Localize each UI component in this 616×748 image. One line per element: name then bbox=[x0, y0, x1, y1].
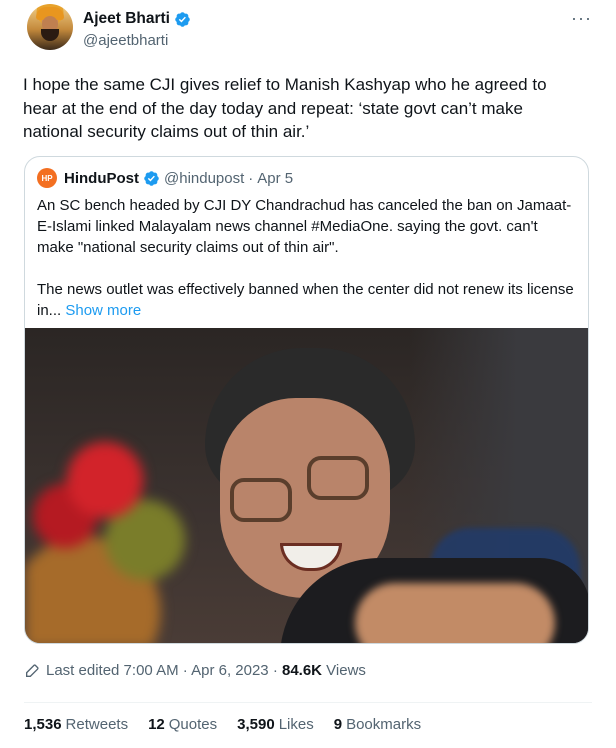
quoted-paragraph-2: The news outlet was effectively banned w… bbox=[37, 279, 577, 321]
quoted-tweet-photo[interactable] bbox=[25, 328, 588, 643]
quoted-date[interactable]: Apr 5 bbox=[257, 170, 293, 187]
views-label: Views bbox=[322, 662, 366, 679]
retweets-label: Retweets bbox=[65, 716, 129, 733]
verified-badge-icon bbox=[144, 170, 159, 186]
bookmarks-label: Bookmarks bbox=[346, 716, 422, 733]
separator-dot: · bbox=[248, 169, 254, 187]
bookmarks-stat[interactable]: 9 Bookmarks bbox=[334, 716, 421, 733]
author-name[interactable]: Ajeet Bharti bbox=[83, 10, 170, 28]
quotes-label: Quotes bbox=[168, 716, 218, 733]
quotes-count: 12 bbox=[148, 716, 165, 733]
hindupost-logo[interactable]: HP bbox=[37, 168, 57, 188]
show-more-link[interactable]: Show more bbox=[65, 302, 141, 319]
photo-glasses-left bbox=[230, 478, 292, 522]
photo-hand bbox=[355, 583, 555, 643]
retweets-count: 1,536 bbox=[24, 716, 62, 733]
quoted-tweet-text: An SC bench headed by CJI DY Chandrachud… bbox=[37, 195, 577, 321]
author-name-row[interactable]: Ajeet Bharti bbox=[83, 10, 191, 28]
retweets-stat[interactable]: 1,536 Retweets bbox=[24, 716, 128, 733]
quoted-author-name[interactable]: HinduPost bbox=[64, 170, 139, 187]
likes-count: 3,590 bbox=[237, 716, 275, 733]
quotes-stat[interactable]: 12 Quotes bbox=[148, 716, 217, 733]
verified-badge-icon bbox=[175, 11, 190, 27]
quoted-author-handle[interactable]: @hindupost bbox=[164, 170, 244, 187]
bookmarks-count: 9 bbox=[333, 716, 343, 733]
photo-flowers bbox=[25, 408, 225, 643]
engagement-stats: 1,536 Retweets 12 Quotes 3,590 Likes 9 Bookm… bbox=[24, 716, 421, 733]
divider bbox=[24, 702, 592, 703]
quoted-tweet-header: HP HinduPost @hindupost · Apr 5 bbox=[37, 168, 293, 188]
edited-label: Last edited 7:00 AM · Apr 6, 2023 · bbox=[46, 662, 282, 679]
views-count: 84.6K bbox=[281, 662, 323, 679]
likes-stat[interactable]: 3,590 Likes bbox=[237, 716, 314, 733]
photo-glasses-right bbox=[307, 456, 369, 500]
avatar-beard bbox=[41, 29, 59, 41]
author-avatar[interactable] bbox=[27, 4, 73, 50]
quoted-paragraph-1: An SC bench headed by CJI DY Chandrachud… bbox=[37, 197, 572, 256]
author-handle[interactable]: @ajeetbharti bbox=[83, 32, 168, 49]
quoted-tweet[interactable]: HP HinduPost @hindupost · Apr 5 An SC be… bbox=[24, 156, 589, 644]
likes-label: Likes bbox=[278, 716, 314, 733]
edited-timestamp[interactable]: Last edited 7:00 AM · Apr 6, 2023 · 84.6… bbox=[46, 662, 366, 679]
pencil-icon[interactable] bbox=[24, 663, 40, 679]
edited-info: Last edited 7:00 AM · Apr 6, 2023 · 84.6… bbox=[24, 662, 366, 679]
more-icon[interactable]: ··· bbox=[571, 8, 592, 29]
tweet-text: I hope the same CJI gives relief to Mani… bbox=[23, 75, 547, 141]
